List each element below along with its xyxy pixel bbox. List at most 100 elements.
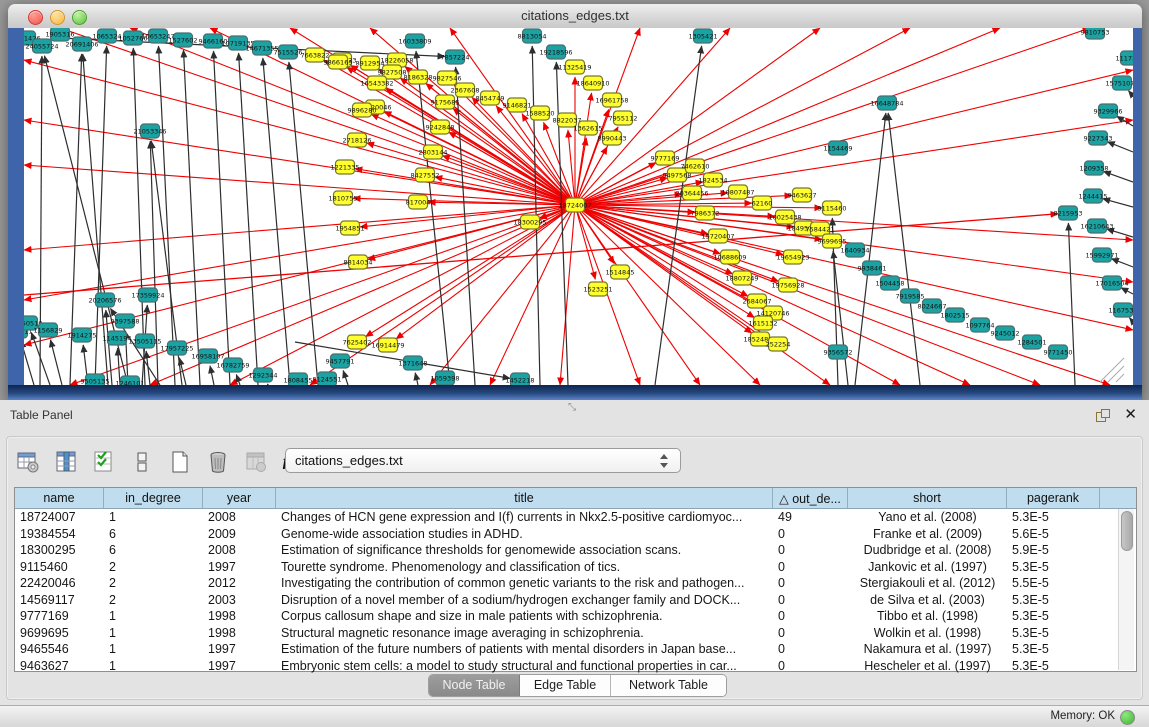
graph-node[interactable]: 9938461 [858, 261, 887, 275]
graph-node[interactable]: 1371648 [399, 356, 428, 370]
table-cell[interactable]: Nakamura et al. (1997) [848, 642, 1007, 656]
table-cell[interactable]: 6 [104, 527, 203, 541]
select-columns-button[interactable] [52, 448, 80, 476]
table-cell[interactable]: 9699695 [15, 626, 104, 640]
table-cell[interactable]: 5.5E-5 [1007, 576, 1100, 590]
table-cell[interactable]: 5.3E-5 [1007, 659, 1100, 673]
tab-network-table[interactable]: Network Table [611, 675, 726, 696]
graph-node[interactable]: 9245012 [991, 326, 1020, 340]
import-table-button-disabled[interactable] [242, 448, 270, 476]
graph-node[interactable]: 1244415 [1079, 189, 1108, 203]
table-cell[interactable]: 0 [773, 659, 848, 673]
scrollbar-thumb[interactable] [1121, 511, 1133, 551]
graph-node[interactable]: 19654923 [776, 250, 809, 264]
citation-network-graph[interactable]: 1872400718300295977716994975687462610182… [24, 28, 1133, 385]
table-cell[interactable]: Corpus callosum shape and size in male p… [276, 609, 773, 623]
table-cell[interactable]: 9115460 [15, 560, 104, 574]
table-cell[interactable]: Embryonic stem cells: a model to study s… [276, 659, 773, 673]
table-cell[interactable]: 1 [104, 510, 203, 524]
graph-node[interactable]: 8454749 [476, 91, 505, 105]
table-cell[interactable]: 1 [104, 659, 203, 673]
table-cell[interactable]: 5.3E-5 [1007, 642, 1100, 656]
graph-node[interactable]: 7919585 [896, 289, 925, 303]
table-cell[interactable]: 0 [773, 560, 848, 574]
table-row[interactable]: 946554611997Estimation of the future num… [15, 641, 1136, 658]
table-cell[interactable]: 9777169 [15, 609, 104, 623]
graph-node[interactable]: 19218596 [539, 45, 572, 59]
graph-node[interactable]: 1305421 [689, 29, 718, 43]
network-canvas[interactable]: 1872400718300295977716994975687462610182… [24, 28, 1133, 385]
graph-node[interactable]: 10688609 [713, 250, 746, 264]
table-cell[interactable]: 1997 [203, 560, 276, 574]
float-panel-icon[interactable] [1096, 409, 1109, 422]
table-row[interactable]: 1938455462009Genome-wide association stu… [15, 526, 1136, 543]
graph-node[interactable]: 1954851 [336, 221, 365, 235]
delete-column-button[interactable] [204, 448, 232, 476]
table-cell[interactable]: 0 [773, 543, 848, 557]
table-cell[interactable]: de Silva et al. (2003) [848, 593, 1007, 607]
table-cell[interactable]: 0 [773, 576, 848, 590]
graph-node[interactable]: 7857224 [441, 50, 470, 64]
graph-node[interactable]: 11325419 [558, 60, 591, 74]
table-cell[interactable]: 0 [773, 642, 848, 656]
table-row[interactable]: 1456911722003Disruption of a novel membe… [15, 592, 1136, 609]
table-cell[interactable]: 2 [104, 593, 203, 607]
table-cell[interactable]: Tibbo et al. (1998) [848, 609, 1007, 623]
graph-node[interactable]: 7625402 [343, 335, 372, 349]
graph-node[interactable]: 1514845 [606, 265, 635, 279]
table-row[interactable]: 946362711997Embryonic stem cells: a mode… [15, 658, 1136, 675]
table-cell[interactable]: 14569117 [15, 593, 104, 607]
column-header-6[interactable]: pagerank [1007, 488, 1100, 508]
graph-node[interactable]: 1292344 [249, 368, 278, 382]
table-row[interactable]: 1872400712008Changes of HCN gene express… [15, 509, 1136, 526]
table-cell[interactable]: Franke et al. (2009) [848, 527, 1007, 541]
unselect-rows-button[interactable] [128, 448, 156, 476]
table-cell[interactable]: 18724007 [15, 510, 104, 524]
window-titlebar[interactable]: citations_edges.txt [8, 4, 1142, 29]
graph-node[interactable]: 20206576 [88, 293, 121, 307]
column-header-0[interactable]: name [15, 488, 104, 508]
graph-node[interactable]: 16033809 [398, 34, 431, 48]
table-cell[interactable]: 2012 [203, 576, 276, 590]
graph-node[interactable]: 9115460 [818, 201, 847, 215]
graph-node[interactable]: 9771450 [1044, 345, 1073, 359]
table-cell[interactable]: 2003 [203, 593, 276, 607]
graph-node[interactable]: 1209358 [1080, 161, 1109, 175]
tab-node-table[interactable]: Node Table [429, 675, 520, 696]
graph-node[interactable]: 1452218 [506, 373, 535, 385]
table-cell[interactable]: 1 [104, 626, 203, 640]
column-header-1[interactable]: in_degree [104, 488, 203, 508]
canvas-resize-grip[interactable] [1116, 374, 1124, 382]
table-cell[interactable]: 5.3E-5 [1007, 510, 1100, 524]
column-header-2[interactable]: year [203, 488, 276, 508]
table-cell[interactable]: Estimation of significance thresholds fo… [276, 543, 773, 557]
table-cell[interactable]: 19384554 [15, 527, 104, 541]
table-cell[interactable]: 9465546 [15, 642, 104, 656]
graph-node[interactable]: 17359924 [131, 288, 164, 302]
graph-node[interactable]: 1167533 [1109, 303, 1133, 317]
graph-node[interactable]: 1117304 [1116, 51, 1133, 65]
column-header-5[interactable]: short [848, 488, 1007, 508]
graph-node[interactable]: 9505135 [81, 374, 110, 385]
graph-node[interactable]: 8215953 [1054, 206, 1083, 220]
graph-node[interactable]: 252254 [766, 337, 791, 351]
table-cell[interactable]: 22420046 [15, 576, 104, 590]
table-cell[interactable]: Changes of HCN gene expression and I(f) … [276, 510, 773, 524]
table-cell[interactable]: 0 [773, 609, 848, 623]
graph-node[interactable]: 8186328 [404, 70, 433, 84]
table-cell[interactable]: 2008 [203, 510, 276, 524]
table-cell[interactable]: 1 [104, 609, 203, 623]
table-selector-dropdown[interactable]: citations_edges.txt [285, 448, 681, 473]
table-cell[interactable]: Investigating the contribution of common… [276, 576, 773, 590]
table-settings-button[interactable] [14, 448, 42, 476]
graph-node[interactable]: 9329966 [1094, 104, 1123, 118]
table-cell[interactable]: Wolkin et al. (1998) [848, 626, 1007, 640]
close-panel-icon[interactable]: ✕ [1124, 405, 1137, 423]
graph-node[interactable]: 9242848 [426, 120, 455, 134]
select-all-rows-button[interactable] [90, 448, 118, 476]
table-cell[interactable]: 1 [104, 642, 203, 656]
graph-node[interactable]: 1808455 [284, 373, 313, 385]
graph-node[interactable]: 7955112 [609, 111, 638, 125]
graph-node[interactable]: 16210643 [1080, 219, 1113, 233]
table-cell[interactable]: 49 [773, 510, 848, 524]
